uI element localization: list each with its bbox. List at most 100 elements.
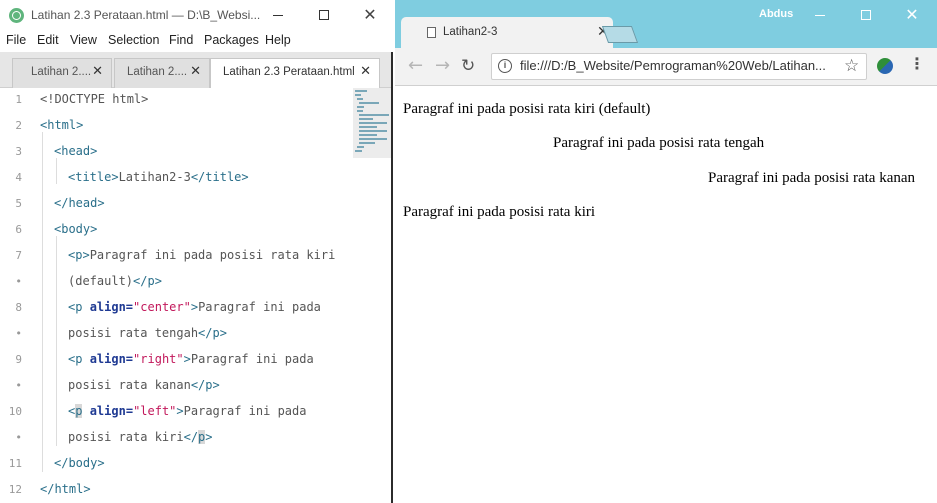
new-tab-button[interactable] — [601, 26, 639, 43]
atom-title-bar: Latihan 2.3 Perataan.html — D:\B_Websi..… — [0, 0, 393, 30]
extension-icon[interactable] — [877, 58, 893, 74]
close-icon[interactable]: ✕ — [360, 64, 371, 79]
align-attribute: align= — [89, 300, 134, 314]
code-line-8-wrap: posisi rata tengah</p> — [68, 326, 227, 340]
menu-edit[interactable]: Edit — [37, 33, 59, 47]
tag-end: > — [205, 430, 213, 444]
atom-window-title: Latihan 2.3 Perataan.html — D:\B_Websi..… — [31, 8, 261, 22]
minimap-line — [355, 90, 367, 92]
code-line-11: </body> — [54, 456, 105, 470]
head-open-tag: <head> — [54, 144, 98, 158]
code-line-8: <p align="center">Paragraf ini pada — [68, 300, 321, 314]
p-open-tag: <p> — [68, 248, 90, 262]
chrome-title-bar: Abdus ✕ Latihan2-3 ✕ — [395, 0, 937, 48]
minimize-icon — [273, 14, 283, 16]
code-line-5: </head> — [54, 196, 105, 210]
forward-arrow-icon[interactable]: → — [435, 55, 450, 76]
menu-selection[interactable]: Selection — [108, 33, 159, 47]
menu-packages[interactable]: Packages — [204, 33, 259, 47]
doctype-text: <!DOCTYPE html> — [40, 92, 149, 106]
p-text: posisi rata tengah — [68, 326, 199, 340]
code-line-9: <p align="right">Paragraf ini pada — [68, 352, 314, 366]
head-close-tag: </head> — [54, 196, 105, 210]
minimap-line — [359, 118, 373, 120]
menu-view[interactable]: View — [70, 33, 97, 47]
url-text[interactable]: file:///D:/B_Website/Pemrograman%20Web/L… — [520, 58, 826, 73]
chrome-toolbar: ← → ↻ i file:///D:/B_Website/Pemrograman… — [395, 48, 937, 86]
minimap-line — [359, 102, 379, 104]
atom-tab-2[interactable]: Latihan 2.... ✕ — [114, 58, 210, 88]
minimap-line — [357, 110, 363, 112]
p-close-tag: </ — [183, 430, 199, 444]
minimize-icon — [815, 14, 825, 16]
code-line-1: <!DOCTYPE html> — [40, 92, 148, 106]
atom-tab-label: Latihan 2.... — [127, 66, 188, 78]
minimap-line — [357, 146, 364, 148]
menu-help[interactable]: Help — [265, 33, 291, 47]
minimap-line — [359, 142, 375, 144]
info-icon[interactable]: i — [498, 59, 512, 73]
code-line-2: <html> — [40, 118, 83, 132]
profile-name[interactable]: Abdus — [759, 8, 793, 20]
code-line-3: <head> — [54, 144, 97, 158]
minimap-line — [359, 126, 377, 128]
menu-find[interactable]: Find — [169, 33, 193, 47]
indent-guide — [56, 158, 57, 184]
minimap-line — [357, 106, 364, 108]
p-text: posisi rata kanan — [68, 378, 191, 392]
chrome-close-button[interactable]: ✕ — [889, 0, 935, 30]
atom-tab-label: Latihan 2.3 Perataan.html — [223, 66, 355, 78]
chrome-maximize-button[interactable] — [843, 0, 889, 30]
atom-tab-label: Latihan 2.... — [31, 66, 92, 78]
code-editor[interactable]: 1 2 3 4 5 6 7 • 8 • 9 • 10 • 11 12 <!DOC… — [0, 88, 391, 503]
chrome-minimize-button[interactable] — [797, 0, 843, 30]
chrome-browser-window: Abdus ✕ Latihan2-3 ✕ ← → ↻ i file:///D:/… — [395, 0, 937, 503]
code-line-10: <p align="left">Paragraf ini pada — [68, 404, 306, 418]
p-text: Paragraf ini pada — [190, 352, 314, 366]
back-arrow-icon[interactable]: ← — [408, 55, 423, 76]
reload-icon[interactable]: ↻ — [461, 56, 475, 76]
atom-menu-bar: File Edit View Selection Find Packages H… — [0, 30, 393, 52]
align-attribute: align= — [89, 352, 134, 366]
minimap-line — [359, 138, 387, 140]
title-open-tag: <title> — [68, 170, 119, 184]
paragraph-left-default: Paragraf ini pada posisi rata kiri (defa… — [403, 101, 651, 117]
page-viewport: Paragraf ini pada posisi rata kiri (defa… — [395, 87, 937, 503]
align-attribute: align= — [89, 404, 134, 418]
maximize-icon — [319, 10, 329, 20]
close-icon[interactable]: ✕ — [190, 64, 201, 79]
atom-maximize-button[interactable] — [301, 0, 347, 30]
atom-tab-1[interactable]: Latihan 2.... ✕ — [12, 58, 112, 88]
browser-tab-label: Latihan2-3 — [443, 26, 498, 38]
p-text: Paragraf ini pada — [183, 404, 307, 418]
page-icon — [427, 27, 436, 38]
p-close-tag: </p> — [133, 274, 162, 288]
indent-guide — [56, 236, 57, 446]
title-close-tag: </title> — [190, 170, 249, 184]
bookmark-star-icon[interactable]: ☆ — [844, 56, 859, 76]
atom-tab-bar: Latihan 2.... ✕ Latihan 2.... ✕ Latihan … — [0, 52, 391, 89]
atom-close-button[interactable]: ✕ — [347, 0, 393, 30]
indent-guide — [42, 132, 43, 472]
p-close-tag: </p> — [190, 378, 220, 392]
more-menu-icon[interactable]: ⋮ — [909, 56, 925, 72]
browser-tab[interactable]: Latihan2-3 ✕ — [401, 17, 613, 48]
tag-end: > — [190, 300, 199, 314]
align-value: "center" — [133, 300, 191, 314]
code-line-4: <title>Latihan2-3</title> — [68, 170, 249, 184]
p-open-tag: <p — [68, 300, 83, 314]
atom-tab-active[interactable]: Latihan 2.3 Perataan.html ✕ — [210, 58, 380, 89]
atom-editor-window: Latihan 2.3 Perataan.html — D:\B_Websi..… — [0, 0, 393, 503]
minimap-line — [359, 130, 387, 132]
minimap[interactable] — [353, 88, 391, 158]
minimap-line — [355, 150, 362, 152]
atom-logo-icon — [9, 8, 24, 23]
close-icon[interactable]: ✕ — [92, 64, 103, 79]
tag-end: > — [183, 352, 191, 366]
html-close-tag: </html> — [40, 482, 91, 496]
minimap-line — [359, 114, 389, 116]
menu-file[interactable]: File — [6, 33, 26, 47]
atom-minimize-button[interactable] — [255, 0, 301, 30]
minimap-line — [359, 122, 387, 124]
address-bar[interactable]: i file:///D:/B_Website/Pemrograman%20Web… — [491, 53, 867, 80]
